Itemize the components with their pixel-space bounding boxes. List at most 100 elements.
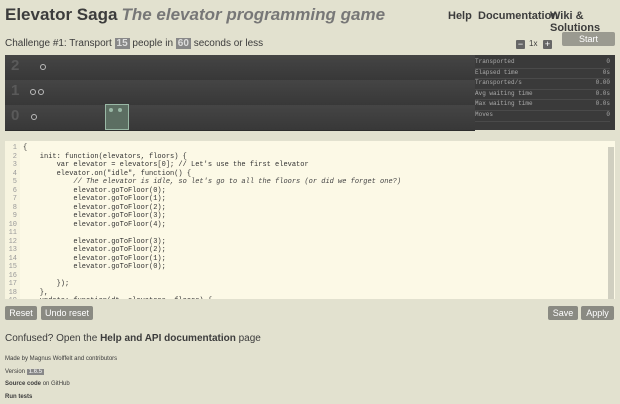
challenge-people-count: 15	[114, 38, 130, 49]
line-number: 10	[8, 220, 17, 229]
circle-icon[interactable]	[38, 89, 44, 95]
code-line[interactable]: 16	[5, 272, 401, 281]
code-line[interactable]: 14 elevator.goToFloor(1);	[5, 255, 401, 264]
stat-elapsed-time: Elapsed time 0s	[475, 69, 610, 80]
line-number: 11	[8, 229, 17, 237]
start-button[interactable]: Start	[562, 32, 615, 46]
speed-value: 1x	[529, 39, 538, 48]
code-text: {	[23, 144, 28, 152]
code-line[interactable]: 7 elevator.goToFloor(1);	[5, 195, 401, 204]
challenge-middle: people in	[132, 38, 174, 49]
elevator-indicator-icon	[109, 108, 113, 112]
code-line[interactable]: 13 elevator.goToFloor(2);	[5, 246, 401, 255]
speed-increase-button[interactable]: +	[543, 40, 552, 49]
challenge-suffix: seconds or less	[193, 38, 264, 49]
save-button[interactable]: Save	[548, 306, 578, 320]
circle-icon[interactable]	[31, 114, 37, 120]
floor-0: 0	[5, 105, 475, 131]
line-number: 8	[12, 203, 17, 212]
code-text: update: function(dt, elevators, floors) …	[23, 297, 212, 299]
elevator-car	[105, 104, 129, 130]
challenge-prefix: Challenge #1: Transport	[5, 38, 112, 49]
source-line: Source code on GitHub	[5, 381, 70, 387]
line-number: 17	[8, 280, 17, 288]
floor-number: 1	[11, 82, 20, 99]
code-line[interactable]: 9 elevator.goToFloor(3);	[5, 212, 401, 221]
editor-scrollbar[interactable]	[608, 147, 614, 299]
code-text: elevator.goToFloor(4);	[23, 220, 166, 229]
code-lines[interactable]: 1{2 init: function(elevators, floors) {3…	[5, 144, 401, 299]
line-number: 6	[12, 186, 17, 195]
code-line[interactable]: 19 update: function(dt, elevators, floor…	[5, 297, 401, 299]
version-line: Version 1.6.5	[5, 369, 45, 375]
code-text: elevator.goToFloor(1);	[23, 254, 166, 263]
source-code-link[interactable]: Source code	[5, 381, 41, 387]
code-line[interactable]: 4 elevator.on("idle", function() {	[5, 170, 401, 179]
code-text: elevator.goToFloor(0);	[23, 263, 166, 271]
stat-transported-per-sec: Transported/s 0.00	[475, 79, 610, 90]
line-number: 1	[12, 144, 17, 152]
code-line[interactable]: 17 });	[5, 280, 401, 289]
stat-avg-waiting: Avg waiting time 0.0s	[475, 90, 610, 101]
help-docs-link[interactable]: Help and API documentation	[100, 333, 236, 344]
credits: Made by Magnus Wolffelt and contributors	[5, 356, 118, 362]
code-line[interactable]: 6 elevator.goToFloor(0);	[5, 187, 401, 196]
stat-transported: Transported 0	[475, 58, 610, 69]
code-line[interactable]: 10 elevator.goToFloor(4);	[5, 221, 401, 230]
line-number: 19	[5, 297, 17, 299]
floor-2: 2	[5, 55, 475, 81]
circle-icon[interactable]	[30, 89, 36, 95]
code-text: },	[23, 288, 49, 297]
code-text: elevator.goToFloor(2);	[23, 203, 166, 212]
code-line[interactable]: 11	[5, 229, 401, 238]
code-text: var elevator = elevators[0]; // Let's us…	[23, 161, 309, 169]
line-number: 16	[8, 271, 17, 280]
code-line[interactable]: 5 // The elevator is idle, so let's go t…	[5, 178, 401, 187]
code-text: elevator.goToFloor(1);	[23, 195, 166, 203]
code-text: elevator.goToFloor(3);	[23, 237, 166, 246]
help-prompt: Confused? Open the Help and API document…	[5, 333, 261, 344]
stats-panel: Transported 0 Elapsed time 0s Transported/…	[475, 58, 610, 122]
title-main: Elevator Saga	[5, 5, 118, 24]
run-tests-link[interactable]: Run tests	[5, 394, 32, 400]
code-editor[interactable]: 1{2 init: function(elevators, floors) {3…	[5, 141, 615, 299]
challenge-description: Challenge #1: Transport 15 people in 60 …	[5, 38, 263, 49]
code-line[interactable]: 1{	[5, 144, 401, 153]
reset-button[interactable]: Reset	[5, 306, 37, 320]
line-number: 9	[12, 212, 17, 220]
code-text: elevator.goToFloor(0);	[23, 186, 166, 195]
code-line[interactable]: 18 },	[5, 289, 401, 298]
code-text: init: function(elevators, floors) {	[23, 152, 187, 161]
code-line[interactable]: 8 elevator.goToFloor(2);	[5, 204, 401, 213]
floor-1: 1	[5, 80, 475, 106]
line-number: 18	[8, 288, 17, 297]
elevator-indicator-icon	[118, 108, 122, 112]
line-number: 13	[8, 246, 17, 254]
code-line[interactable]: 2 init: function(elevators, floors) {	[5, 153, 401, 162]
code-text: elevator.goToFloor(3);	[23, 212, 166, 220]
line-number: 2	[12, 152, 17, 161]
code-text: elevator.on("idle", function() {	[23, 169, 192, 178]
code-text: });	[23, 280, 70, 288]
code-line[interactable]: 15 elevator.goToFloor(0);	[5, 263, 401, 272]
speed-decrease-button[interactable]: −	[516, 40, 525, 49]
challenge-seconds: 60	[175, 38, 191, 49]
nav-help-link[interactable]: Help	[448, 10, 472, 22]
undo-reset-button[interactable]: Undo reset	[41, 306, 93, 320]
apply-button[interactable]: Apply	[581, 306, 614, 320]
line-number: 14	[8, 254, 17, 263]
circle-icon[interactable]	[40, 64, 46, 70]
line-number: 5	[12, 178, 17, 186]
code-text: elevator.goToFloor(2);	[23, 246, 166, 254]
code-line[interactable]: 12 elevator.goToFloor(3);	[5, 238, 401, 247]
floor-number: 2	[11, 57, 20, 74]
title-subtitle: The elevator programming game	[121, 5, 386, 24]
version-badge: 1.6.5	[26, 369, 45, 375]
app-title: Elevator Saga The elevator programming ga…	[5, 5, 385, 25]
nav-documentation-link[interactable]: Documentation	[478, 10, 558, 22]
nav-wiki-link[interactable]: Wiki & Solutions	[550, 10, 620, 34]
line-number: 7	[12, 195, 17, 203]
stat-max-waiting: Max waiting time 0.0s	[475, 100, 610, 111]
stat-moves: Moves 0	[475, 111, 610, 122]
code-line[interactable]: 3 var elevator = elevators[0]; // Let's …	[5, 161, 401, 170]
